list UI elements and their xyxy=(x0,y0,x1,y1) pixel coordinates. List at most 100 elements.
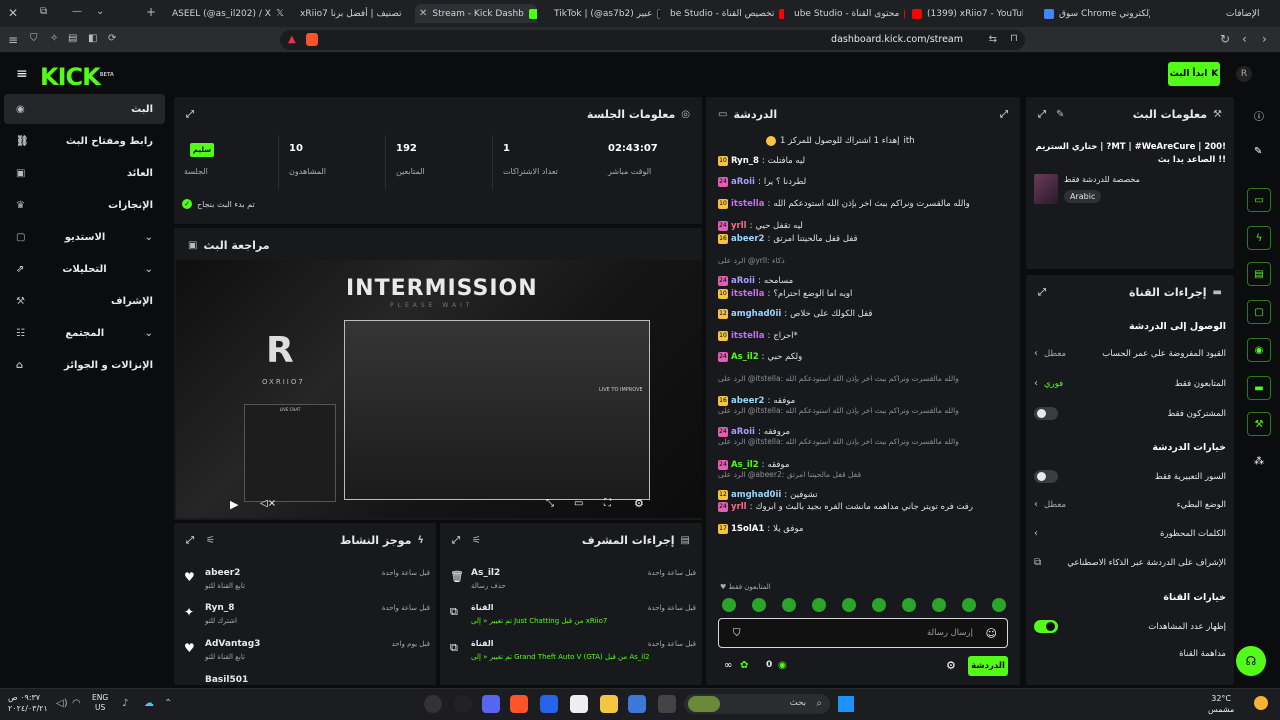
chat-username[interactable]: abeer2 xyxy=(731,234,764,244)
chat-username[interactable]: abeer2 xyxy=(731,396,764,406)
volume-icon[interactable]: ◁) xyxy=(56,698,68,709)
back-icon[interactable]: › xyxy=(1262,32,1267,46)
external-link-icon[interactable]: ⧉ xyxy=(1034,557,1041,568)
sidebar-item-stream-key[interactable]: ⛓ رابط ومفتاح البث xyxy=(4,126,165,156)
close-window-icon[interactable]: ✕ xyxy=(8,6,18,20)
share-icon[interactable]: ⇆ xyxy=(989,34,997,45)
infinity-icon[interactable]: ∞ xyxy=(724,660,732,671)
brave-shield-icon[interactable] xyxy=(306,33,318,46)
row-control[interactable]: ‹ xyxy=(1034,528,1044,539)
window-taskbar-icon[interactable] xyxy=(658,695,676,713)
sidebar-item-stream[interactable]: ◉ البث xyxy=(4,94,165,124)
menu-icon[interactable]: ≡ xyxy=(8,33,18,47)
settings-icon[interactable]: ⚙ xyxy=(634,497,644,510)
channel-action-row[interactable]: إظهار عدد المشاهدات xyxy=(1034,620,1226,633)
channel-action-row[interactable]: السور التعبيرية فقط xyxy=(1034,470,1226,483)
minimize-icon[interactable]: — xyxy=(72,6,82,17)
new-tab-icon[interactable]: + xyxy=(146,5,156,19)
channel-action-row[interactable]: ‹ معطل القيود المفروضة على عمر الحساب xyxy=(1034,348,1226,359)
chevron-down-icon[interactable]: ⌄ xyxy=(96,6,104,17)
tab-extensions[interactable]: الإضافات xyxy=(1222,4,1278,23)
edit-icon[interactable]: ✎ xyxy=(1056,109,1064,120)
row-control[interactable] xyxy=(1034,407,1058,420)
sidebar-item-revenue[interactable]: ▣ العائد xyxy=(4,158,165,188)
emote-icon[interactable] xyxy=(902,598,916,612)
chat-message[interactable]: 10 itstella: احراج* xyxy=(718,331,1008,341)
row-control[interactable]: ⧉ xyxy=(1034,557,1041,568)
discord-taskbar-icon[interactable] xyxy=(482,695,500,713)
chat-username[interactable]: itstella xyxy=(731,289,764,299)
hamburger-icon[interactable]: ≡ xyxy=(16,66,28,82)
chat-username[interactable]: Ryn_8 xyxy=(731,156,759,166)
chat-message[interactable]: 10 Ryn_8: ليه مافتلت xyxy=(718,156,1008,166)
chat-message[interactable]: 12 amghad0ii: تشوفين xyxy=(718,490,1008,500)
info-icon[interactable]: ⓘ xyxy=(1254,108,1264,123)
mic-icon[interactable]: ♪ xyxy=(122,698,128,709)
shield-icon[interactable]: ⛉ xyxy=(30,33,38,44)
url-field[interactable]: ▲ dashboard.kick.com/stream ⇆ xyxy=(280,30,1025,50)
extension-icon[interactable]: ⟳ xyxy=(108,33,116,44)
kick-logo[interactable]: KICKBETA xyxy=(40,63,114,91)
chat-message[interactable]: 10 itstella: والله مالقسرت ونراكم ببث اخر … xyxy=(718,199,1008,209)
tab-youtube[interactable]: (1399) xRiio7 - YouTube xyxy=(908,4,1023,23)
channel-action-row[interactable]: ‹ معطل الوضع البطيء xyxy=(1034,499,1226,510)
chat-message[interactable]: 24 aRoii: مسامحه xyxy=(718,276,1008,286)
channel-action-row[interactable]: مداهمة القناة xyxy=(1034,649,1226,659)
community-icon[interactable]: ⁂ xyxy=(1254,456,1264,467)
popout-icon[interactable]: ⤡ xyxy=(546,498,554,509)
chat-message[interactable]: 24 As_il2: موفقه xyxy=(718,460,1008,470)
channel-action-row[interactable]: ‹ الكلمات المحظورة xyxy=(1034,528,1226,539)
expand-icon[interactable]: ⤢ xyxy=(186,109,194,120)
expand-icon[interactable]: ⤢ xyxy=(1038,109,1046,120)
chat-message[interactable]: 16 abeer2: قفل قفل مالحيتنا امرتق xyxy=(718,234,1008,244)
chat-username[interactable]: amghad0ii xyxy=(731,490,781,500)
obs-taskbar-icon[interactable] xyxy=(424,695,442,713)
support-button[interactable]: ☊ xyxy=(1236,646,1266,676)
sidebar-item-moderation[interactable]: ⚒ الإشراف xyxy=(4,286,165,316)
reload-icon[interactable]: ↻ xyxy=(1220,32,1230,46)
tab-yt-studio-content[interactable]: ube Studio - محتوى القناة xyxy=(790,4,905,23)
chat-message[interactable]: 24 aRoii: لطردنا ؟ يرا xyxy=(718,177,1008,187)
chat-message[interactable]: 16 abeer2: موفقه xyxy=(718,396,1008,406)
shield-icon[interactable]: ⛉ xyxy=(733,628,741,639)
chat-message[interactable]: 10 itstella: اويه اما الوضع احترام؟ xyxy=(718,289,1008,299)
expand-icon[interactable]: ⤢ xyxy=(1038,287,1046,298)
tab-x[interactable]: ASEEL (@as_il202) / X 𝕏 xyxy=(168,4,288,23)
emote-icon[interactable] xyxy=(992,598,1006,612)
emoji-icon[interactable]: ☺ xyxy=(986,627,997,640)
toggle-switch[interactable] xyxy=(1034,407,1058,420)
weather-widget[interactable]: 32°C مشمس xyxy=(1208,693,1234,715)
rail-button-channel[interactable]: ▬ xyxy=(1247,376,1271,400)
taskbar-search[interactable]: بحث ⌕ xyxy=(684,694,830,714)
puzzle-icon[interactable]: ✧ xyxy=(50,33,58,44)
emote-icon[interactable] xyxy=(752,598,766,612)
row-control[interactable] xyxy=(1034,620,1058,633)
tab-xriio7[interactable]: xRiio7 تصنيف | أفضل برنا xyxy=(296,4,404,23)
filter-icon[interactable]: ⚟ xyxy=(206,535,215,546)
mute-icon[interactable]: ◁× xyxy=(260,498,276,509)
edit-icon[interactable]: ✎ xyxy=(1254,146,1262,157)
channel-action-row[interactable]: ⧉ الإشراف على الدردشة عبر الذكاء الاصطناع… xyxy=(1034,557,1226,568)
tab-kick-dashboard[interactable]: ✕ Stream - Kick Dashb xyxy=(415,4,537,23)
forward-icon[interactable]: ‹ xyxy=(1242,32,1247,46)
avatar[interactable]: R xyxy=(1236,66,1252,82)
rail-button-list[interactable]: ▤ xyxy=(1247,262,1271,286)
sidebar-item-achievements[interactable]: ♛ الإنجازات xyxy=(4,190,165,220)
chat-username[interactable]: aRoii xyxy=(731,276,755,286)
row-control[interactable]: ‹ معطل xyxy=(1034,348,1066,359)
close-tab-icon[interactable]: ✕ xyxy=(419,8,427,19)
rail-button-lightning[interactable]: ϟ xyxy=(1247,226,1271,250)
tab-chrome-store[interactable]: سوق Chrome الإلكتروني xyxy=(1040,4,1150,23)
rail-button-tools[interactable]: ⚒ xyxy=(1247,412,1271,436)
windows-start-icon[interactable] xyxy=(838,696,854,712)
chat-message[interactable]: 24 yrll: رفت فره تويتر جاني مداهمه مانشت ا… xyxy=(718,502,1008,512)
tab-search-icon[interactable]: ⧉ xyxy=(40,6,47,17)
emote-icon[interactable] xyxy=(782,598,796,612)
chevron-up-icon[interactable]: ⌃ xyxy=(164,698,172,709)
emote-icon[interactable] xyxy=(872,598,886,612)
emote-icon[interactable] xyxy=(932,598,946,612)
chat-settings-icon[interactable]: ⚙ xyxy=(946,659,956,672)
chat-message[interactable]: 17 1SolA1: موفق يلا xyxy=(718,524,1008,534)
stream-preview-video[interactable]: INTERMISSION PLEASE WAIT LIVE TO IMPROVE… xyxy=(176,260,702,518)
fullscreen-icon[interactable]: ⛶ xyxy=(604,498,611,509)
